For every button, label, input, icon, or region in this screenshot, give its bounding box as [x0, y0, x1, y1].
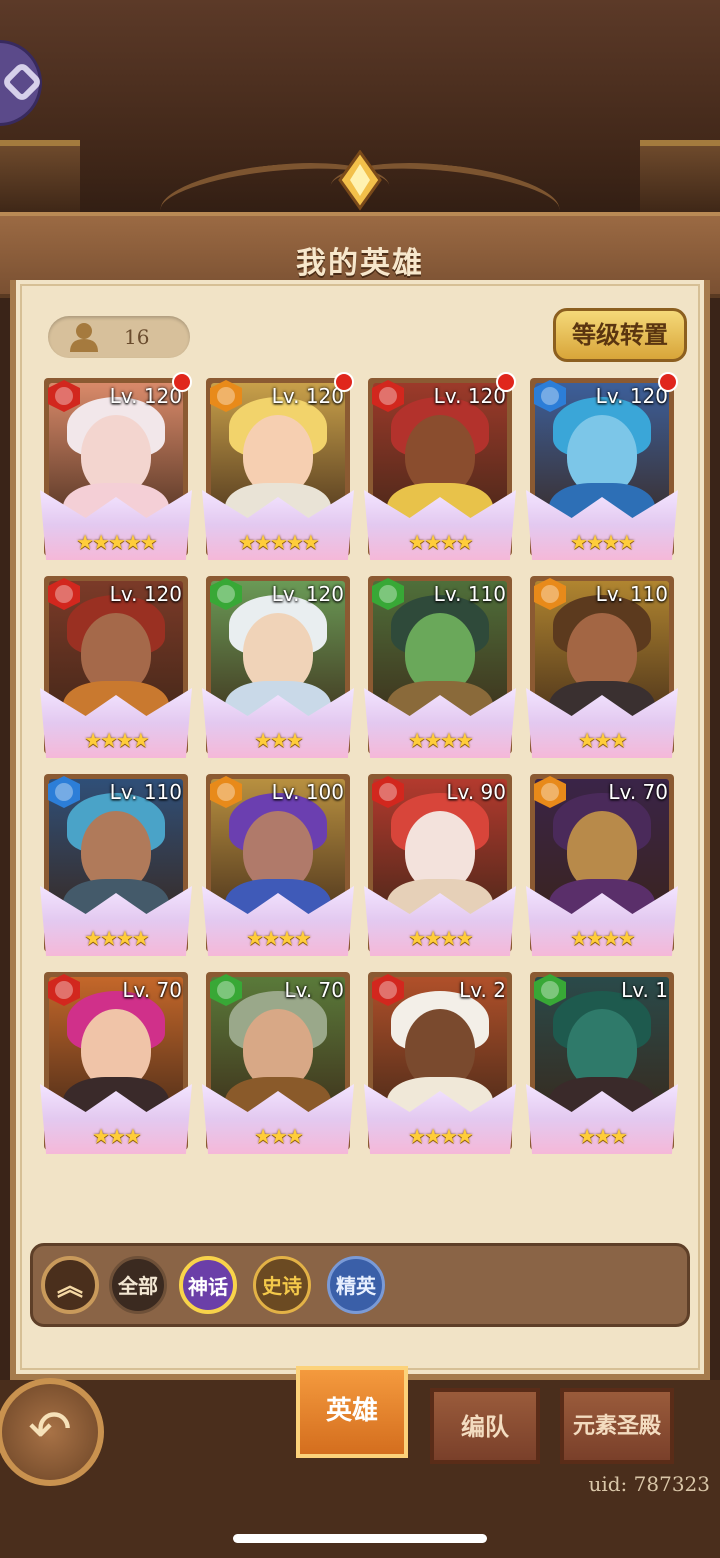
star-rating: ★★★★★	[238, 530, 320, 554]
star-rating: ★★★★	[408, 926, 474, 950]
filter-epic-button[interactable]: 史诗	[253, 1256, 311, 1314]
star-rating: ★★★★★	[76, 530, 158, 554]
right-pillar-decoration	[640, 140, 720, 216]
hero-level: Lv. 120	[595, 384, 668, 408]
star-rating: ★★★★	[84, 926, 150, 950]
hero-card[interactable]: ★★★★★ Lv. 120	[40, 372, 192, 560]
collapse-filter-button[interactable]: ︽	[41, 1256, 99, 1314]
hero-level: Lv. 120	[109, 582, 182, 606]
left-pillar-decoration	[0, 140, 80, 216]
crest-gem-icon	[338, 150, 382, 211]
chevron-up-icon: ︽	[56, 1272, 83, 1302]
hero-card[interactable]: ★★★ Lv. 120	[202, 576, 354, 758]
hero-card[interactable]: ★★★★ Lv. 120	[40, 576, 192, 758]
hero-card[interactable]: ★★★★ Lv. 100	[202, 774, 354, 956]
hero-level: Lv. 1	[621, 978, 668, 1002]
star-rating: ★★★★	[408, 530, 474, 554]
hero-card[interactable]: ★★★★ Lv. 120	[364, 372, 516, 560]
new-badge	[172, 372, 192, 392]
tab-team[interactable]: 编队	[430, 1388, 540, 1464]
person-icon	[70, 323, 98, 352]
home-indicator[interactable]	[233, 1534, 487, 1543]
star-rating: ★★★	[578, 1124, 628, 1148]
hero-count-badge: 16	[48, 316, 190, 358]
star-rating: ★★★	[578, 728, 628, 752]
back-arrow-icon: ↶	[28, 1400, 72, 1460]
hero-card[interactable]: ★★★ Lv. 1	[526, 972, 678, 1154]
hero-level: Lv. 120	[271, 384, 344, 408]
star-rating: ★★★	[254, 1124, 304, 1148]
hero-level: Lv. 110	[109, 780, 182, 804]
filter-all-button[interactable]: 全部	[109, 1256, 167, 1314]
user-id: uid: 787323	[588, 1472, 710, 1496]
star-rating: ★★★★	[570, 530, 636, 554]
star-rating: ★★★	[254, 728, 304, 752]
hero-card[interactable]: ★★★★ Lv. 120	[526, 372, 678, 560]
hexagon-icon	[0, 60, 44, 104]
star-rating: ★★★★	[84, 728, 150, 752]
hero-level: Lv. 100	[271, 780, 344, 804]
hero-level: Lv. 120	[109, 384, 182, 408]
hero-card[interactable]: ★★★ Lv. 70	[40, 972, 192, 1154]
hero-card[interactable]: ★★★ Lv. 110	[526, 576, 678, 758]
new-badge	[658, 372, 678, 392]
hero-level: Lv. 110	[595, 582, 668, 606]
hero-level: Lv. 70	[608, 780, 668, 804]
hero-level: Lv. 120	[433, 384, 506, 408]
hero-level: Lv. 90	[446, 780, 506, 804]
filter-bar: ︽ 全部 神话 史诗 精英	[30, 1243, 690, 1327]
new-badge	[496, 372, 516, 392]
hero-card[interactable]: ★★★★ Lv. 70	[526, 774, 678, 956]
star-rating: ★★★★	[408, 728, 474, 752]
star-rating: ★★★★	[246, 926, 312, 950]
filter-elite-button[interactable]: 精英	[327, 1256, 385, 1314]
level-reset-button[interactable]: 等级转置	[553, 308, 687, 362]
back-button[interactable]: ↶	[0, 1378, 104, 1486]
page-title: 我的英雄	[296, 246, 424, 281]
star-rating: ★★★	[92, 1124, 142, 1148]
hero-level: Lv. 120	[271, 582, 344, 606]
tab-heroes[interactable]: 英雄	[296, 1366, 408, 1458]
star-rating: ★★★★	[408, 1124, 474, 1148]
hero-card[interactable]: ★★★★ Lv. 2	[364, 972, 516, 1154]
hero-level: Lv. 70	[122, 978, 182, 1002]
filter-mythic-button[interactable]: 神话	[179, 1256, 237, 1314]
hero-level: Lv. 110	[433, 582, 506, 606]
hero-level: Lv. 70	[284, 978, 344, 1002]
star-rating: ★★★★	[570, 926, 636, 950]
hero-card[interactable]: ★★★★★ Lv. 120	[202, 372, 354, 560]
new-badge	[334, 372, 354, 392]
hero-card[interactable]: ★★★★ Lv. 110	[40, 774, 192, 956]
hero-card[interactable]: ★★★★ Lv. 110	[364, 576, 516, 758]
hero-level: Lv. 2	[459, 978, 506, 1002]
hero-count: 16	[124, 325, 150, 349]
tab-element-shrine[interactable]: 元素圣殿	[560, 1388, 674, 1464]
hero-card[interactable]: ★★★ Lv. 70	[202, 972, 354, 1154]
hero-card[interactable]: ★★★★ Lv. 90	[364, 774, 516, 956]
